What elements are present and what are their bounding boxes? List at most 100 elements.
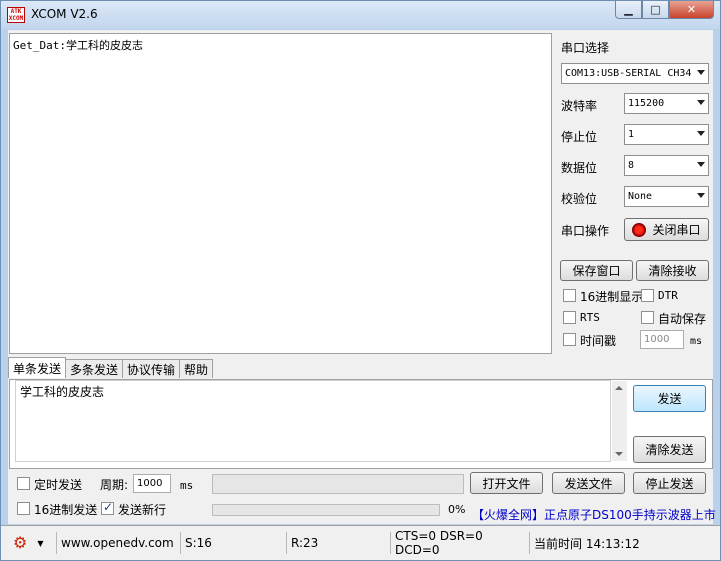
timed-send-label: 定时发送: [34, 478, 83, 492]
data-bits-select[interactable]: 8: [624, 155, 709, 176]
xcom-window: ATK XCOM XCOM V2.6 ▁ □ ✕ Get_Dat:学工科的皮皮志 …: [0, 0, 721, 561]
open-file-button[interactable]: 打开文件: [470, 472, 543, 494]
sent-count-text: S:16: [185, 536, 212, 550]
status-bar: ⚙ ▼ www.openedv.com S:16 R:23 CTS=0 DSR=…: [1, 525, 720, 560]
port-select[interactable]: COM13:USB-SERIAL CH34: [561, 63, 709, 84]
chevron-down-icon: [697, 193, 705, 198]
hex-display-checkbox[interactable]: [563, 289, 576, 302]
dtr-checkbox[interactable]: [641, 289, 654, 302]
chevron-down-icon: ▼: [37, 538, 44, 548]
send-scrollbar[interactable]: [612, 381, 627, 461]
port-label: 串口选择: [561, 41, 610, 55]
save-window-button[interactable]: 保存窗口: [560, 260, 633, 281]
received-count-text: R:23: [291, 536, 319, 550]
send-content: 学工科的皮皮志: [20, 385, 105, 399]
timed-send-checkbox[interactable]: [17, 477, 30, 490]
baud-select[interactable]: 115200: [624, 93, 709, 114]
dtr-label: DTR: [658, 289, 678, 302]
minimize-button[interactable]: ▁: [615, 1, 642, 19]
parity-label: 校验位: [561, 192, 598, 206]
chevron-down-icon: [697, 131, 705, 136]
port-value: COM13:USB-SERIAL CH34: [565, 68, 692, 79]
send-tabs: 单条发送 多条发送 协议传输 帮助: [8, 357, 214, 378]
timestamp-checkbox[interactable]: [563, 333, 576, 346]
maximize-icon: □: [650, 3, 661, 16]
tab-single-send-label: 单条发送: [13, 361, 62, 376]
clear-send-button[interactable]: 清除发送: [633, 436, 706, 463]
period-value: 1000: [137, 478, 163, 489]
timestamp-interval-input[interactable]: 1000: [640, 330, 684, 349]
website-link[interactable]: www.openedv.com: [57, 532, 181, 554]
tab-multi-send[interactable]: 多条发送: [65, 359, 124, 378]
hex-display-label: 16进制显示: [580, 290, 644, 304]
stop-send-button[interactable]: 停止发送: [633, 472, 706, 494]
period-label: 周期:: [100, 478, 129, 492]
newline-checkbox[interactable]: [101, 500, 114, 515]
send-progress-bar: [212, 504, 440, 516]
receive-textarea[interactable]: Get_Dat:学工科的皮皮志: [9, 33, 552, 354]
receive-content: Get_Dat:学工科的皮皮志: [13, 39, 143, 52]
timestamp-unit: ms: [690, 336, 703, 347]
open-file-label: 打开文件: [482, 476, 531, 491]
stop-bits-value: 1: [628, 129, 635, 140]
timestamp-label: 时间戳: [580, 334, 617, 348]
hex-send-checkbox[interactable]: [17, 502, 30, 515]
maximize-button[interactable]: □: [642, 1, 669, 19]
period-unit: ms: [180, 479, 194, 492]
send-file-label: 发送文件: [564, 476, 613, 491]
advert-link[interactable]: 【火爆全网】正点原子DS100手持示波器上市: [472, 506, 716, 523]
period-input[interactable]: 1000: [133, 474, 171, 493]
send-file-button[interactable]: 发送文件: [552, 472, 625, 494]
tab-help[interactable]: 帮助: [179, 359, 214, 378]
send-textarea[interactable]: 学工科的皮皮志: [15, 380, 611, 462]
app-logo-icon: ATK XCOM: [7, 7, 25, 23]
gear-icon: ⚙: [13, 533, 28, 552]
clear-send-label: 清除发送: [645, 443, 694, 457]
parity-select[interactable]: None: [624, 186, 709, 207]
send-progress-text: 0%: [448, 503, 466, 516]
tab-protocol[interactable]: 协议传输: [122, 359, 181, 378]
chevron-down-icon: [697, 162, 705, 167]
rts-label: RTS: [580, 311, 600, 324]
received-count: R:23: [287, 532, 391, 554]
parity-value: None: [628, 191, 653, 202]
baud-label: 波特率: [561, 99, 598, 113]
port-status-icon: [632, 222, 647, 237]
close-window-button[interactable]: ✕: [669, 1, 714, 19]
minimize-icon: ▁: [624, 3, 633, 16]
stop-bits-label: 停止位: [561, 130, 598, 144]
tab-multi-send-label: 多条发送: [70, 362, 119, 377]
port-op-label: 串口操作: [561, 224, 610, 238]
sent-count: S:16: [181, 532, 287, 554]
scroll-up-icon: [615, 386, 623, 390]
website-url: www.openedv.com: [61, 536, 174, 550]
title-bar[interactable]: ATK XCOM XCOM V2.6 ▁ □ ✕: [1, 1, 720, 29]
tab-help-label: 帮助: [184, 362, 209, 377]
tab-single-send[interactable]: 单条发送: [8, 357, 67, 378]
newline-label: 发送新行: [118, 503, 167, 517]
auto-save-checkbox[interactable]: [641, 311, 654, 324]
send-button[interactable]: 发送: [633, 385, 706, 412]
window-title: XCOM V2.6: [31, 7, 98, 21]
auto-save-label: 自动保存: [658, 312, 707, 326]
clear-receive-label: 清除接收: [648, 264, 697, 278]
close-port-label: 关闭串口: [652, 223, 701, 237]
close-icon: ✕: [686, 3, 697, 16]
data-bits-label: 数据位: [561, 161, 598, 175]
settings-menu[interactable]: ⚙ ▼: [9, 532, 57, 554]
close-port-button[interactable]: 关闭串口: [624, 218, 709, 241]
send-button-label: 发送: [657, 392, 682, 406]
stop-send-label: 停止发送: [645, 476, 694, 491]
hex-send-label: 16进制发送: [34, 503, 98, 517]
window-controls: ▁ □ ✕: [615, 1, 714, 21]
current-time: 当前时间 14:13:12: [530, 532, 658, 554]
line-status: CTS=0 DSR=0 DCD=0: [391, 529, 530, 557]
rts-checkbox[interactable]: [563, 311, 576, 324]
tab-protocol-label: 协议传输: [127, 362, 176, 377]
stop-bits-select[interactable]: 1: [624, 124, 709, 145]
settings-panel: 串口选择 COM13:USB-SERIAL CH34 波特率 115200 停止…: [559, 30, 713, 360]
timestamp-interval-value: 1000: [644, 334, 670, 345]
file-path-field[interactable]: [212, 474, 464, 494]
clear-receive-button[interactable]: 清除接收: [636, 260, 709, 281]
client-area: Get_Dat:学工科的皮皮志 串口选择 COM13:USB-SERIAL CH…: [8, 30, 716, 524]
